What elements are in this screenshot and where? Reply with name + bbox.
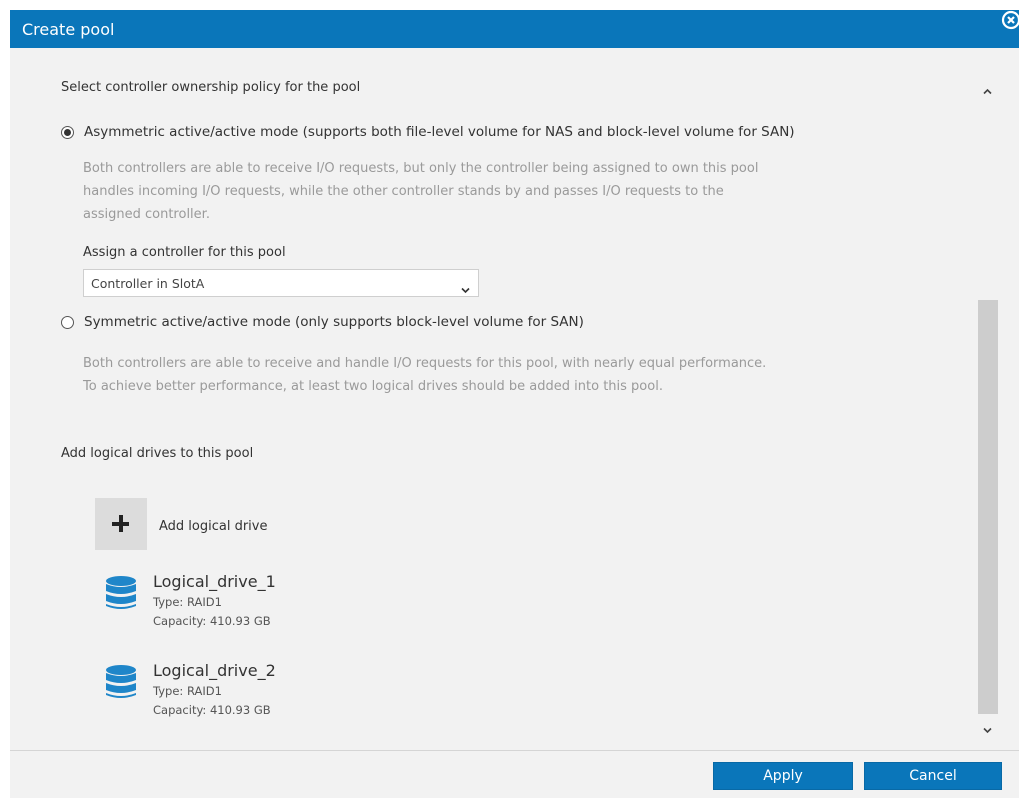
apply-button[interactable]: Apply [713, 762, 853, 790]
symmetric-mode-option[interactable]: Symmetric active/active mode (only suppo… [61, 314, 584, 330]
drive-type: Type: RAID1 [153, 684, 222, 698]
drive-name: Logical_drive_2 [153, 661, 276, 680]
symmetric-mode-description: Both controllers are able to receive and… [83, 352, 766, 398]
drive-capacity: Capacity: 410.93 GB [153, 703, 271, 717]
radio-selected-dot [64, 128, 71, 136]
controller-select-value: Controller in SlotA [91, 276, 205, 291]
chevron-down-icon [461, 279, 470, 298]
close-icon[interactable] [1001, 10, 1019, 30]
description-line: To achieve better performance, at least … [83, 379, 663, 394]
description-line: handles incoming I/O requests, while the… [83, 184, 724, 199]
description-line: assigned controller. [83, 207, 210, 222]
drive-type: Type: RAID1 [153, 595, 222, 609]
drive-name: Logical_drive_1 [153, 572, 276, 591]
database-icon [103, 575, 139, 615]
description-line: Both controllers are able to receive and… [83, 356, 767, 371]
scrollbar-thumb[interactable] [978, 300, 998, 714]
asymmetric-mode-description: Both controllers are able to receive I/O… [83, 157, 758, 226]
description-line: Both controllers are able to receive I/O… [83, 161, 759, 176]
dialog-content[interactable]: Select controller ownership policy for t… [10, 48, 1019, 751]
drive-capacity: Capacity: 410.93 GB [153, 614, 271, 628]
asymmetric-mode-radio[interactable] [61, 125, 74, 139]
ownership-heading: Select controller ownership policy for t… [61, 80, 361, 95]
controller-select[interactable]: Controller in SlotA [83, 269, 479, 297]
drives-heading: Add logical drives to this pool [61, 446, 254, 461]
scroll-down-icon[interactable] [983, 719, 992, 738]
scroll-up-icon[interactable] [983, 80, 992, 99]
dialog-title: Create pool [22, 20, 115, 39]
add-logical-drive-button[interactable] [95, 498, 147, 550]
symmetric-mode-label: Symmetric active/active mode (only suppo… [84, 314, 584, 330]
dialog-titlebar: Create pool [10, 10, 1019, 48]
database-icon [103, 664, 139, 704]
footer-divider [10, 750, 1019, 751]
add-logical-drive-label[interactable]: Add logical drive [159, 519, 268, 534]
asymmetric-mode-label: Asymmetric active/active mode (supports … [84, 124, 795, 140]
assign-controller-label: Assign a controller for this pool [83, 245, 286, 260]
cancel-button[interactable]: Cancel [864, 762, 1002, 790]
create-pool-dialog: Create pool Select controller ownership … [10, 10, 1019, 798]
symmetric-mode-radio[interactable] [61, 315, 74, 329]
asymmetric-mode-option[interactable]: Asymmetric active/active mode (supports … [61, 124, 795, 140]
